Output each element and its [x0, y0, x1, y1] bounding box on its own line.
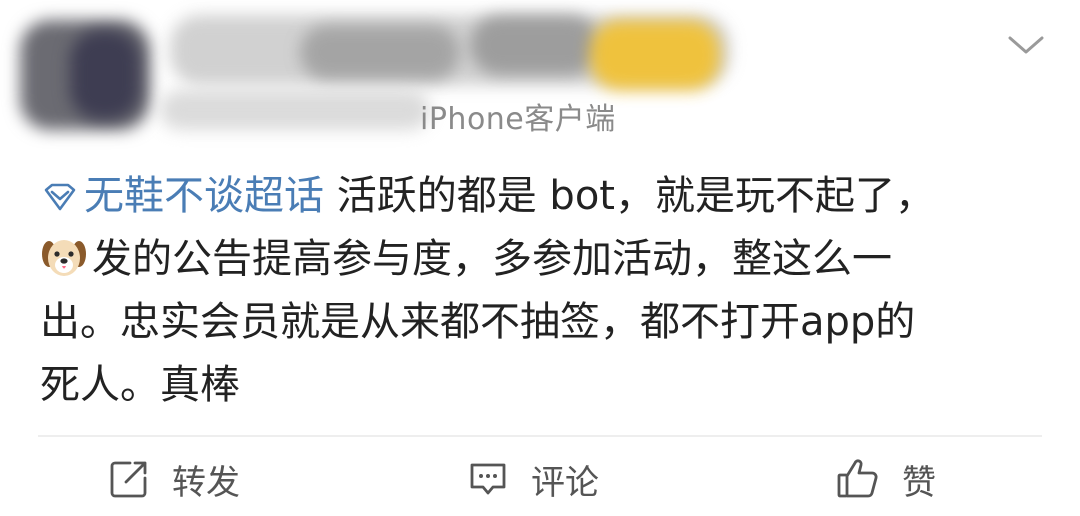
post-line: 无鞋不谈超话 活跃的都是 bot，就是玩不起了， — [40, 165, 1050, 228]
post-content: 无鞋不谈超话 活跃的都是 bot，就是玩不起了， 发的公告提高参与度，多参加活动… — [40, 165, 1050, 417]
topic-link[interactable]: 无鞋不谈超话 — [40, 173, 324, 219]
topic-label: 无鞋不谈超话 — [84, 173, 324, 219]
post-source: iPhone客户端 — [420, 102, 616, 137]
chevron-down-icon[interactable] — [1006, 30, 1046, 60]
post-line: 出。忠实会员就是从来都不抽签，都不打开app的 — [40, 299, 916, 345]
post-text: 发的公告提高参与度，多参加活动，整这么一 — [92, 236, 892, 282]
post-line: 死人。真棒 — [40, 362, 240, 408]
diamond-topic-icon — [40, 169, 80, 211]
like-button[interactable]: 赞 — [836, 454, 936, 504]
like-label: 赞 — [902, 462, 936, 503]
comment-icon — [470, 463, 506, 495]
comment-label: 评论 — [531, 462, 599, 503]
share-icon — [110, 461, 147, 498]
dog-face-emoji — [40, 232, 88, 280]
thumbs-up-icon — [837, 459, 878, 498]
post-text: 活跃的都是 bot，就是玩不起了， — [324, 173, 935, 219]
post-header: iPhone客户端 — [0, 0, 1080, 160]
repost-button[interactable]: 转发 — [108, 454, 240, 504]
repost-label: 转发 — [172, 462, 240, 503]
action-bar: 转发 评论 赞 — [0, 440, 1080, 516]
comment-button[interactable]: 评论 — [467, 454, 599, 504]
post-line: 发的公告提高参与度，多参加活动，整这么一 — [40, 228, 1050, 291]
divider — [38, 435, 1042, 437]
